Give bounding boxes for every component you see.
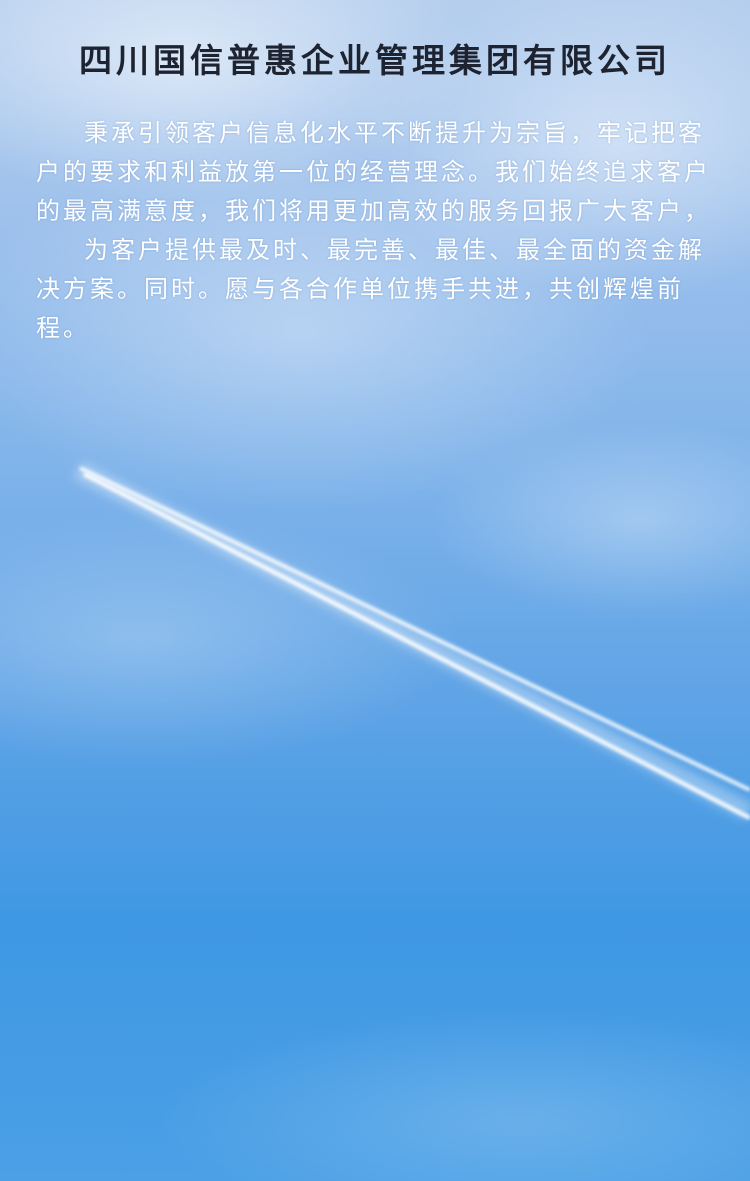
company-title: 四川国信普惠企业管理集团有限公司 (79, 41, 671, 80)
statement-paragraph-1: 秉承引领客户信息化水平不断提升为宗旨，牢记把客户的要求和利益放第一位的经营理念。… (36, 119, 711, 225)
company-statement: 秉承引领客户信息化水平不断提升为宗旨，牢记把客户的要求和利益放第一位的经营理念。… (36, 114, 714, 348)
statement-paragraph-2: 为客户提供最及时、最完善、最佳、最全面的资金解决方案。同时。愿与各合作单位携手共… (36, 236, 705, 342)
